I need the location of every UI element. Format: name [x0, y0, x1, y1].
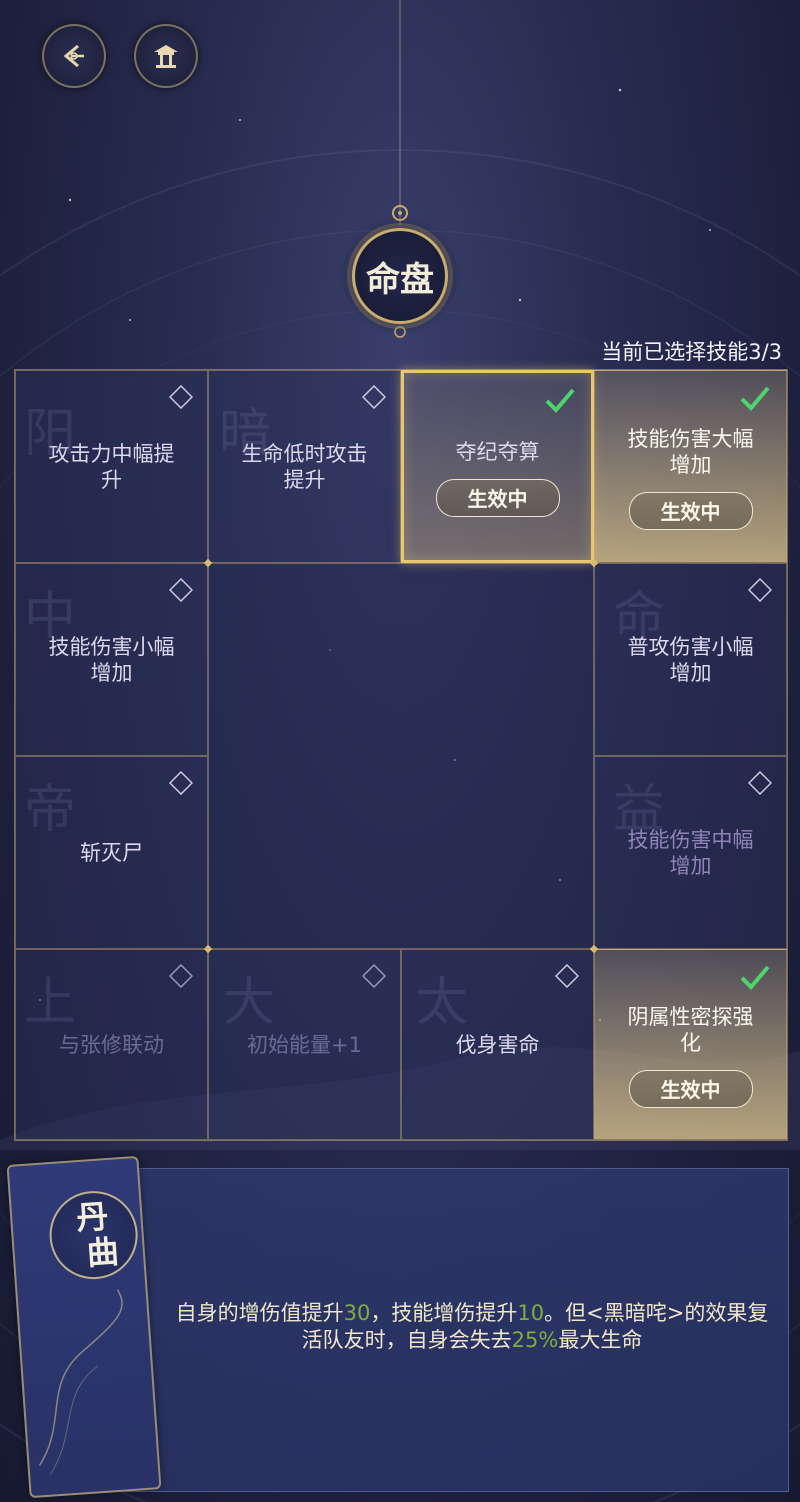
skill-description: 自身的增伤值提升30，技能增伤提升10。但<黑暗咤>的效果复活队友时，自身会失去…	[166, 1300, 778, 1354]
skill-cell-fashen-haiming[interactable]: 太 伐身害命	[401, 949, 594, 1140]
skill-cell-low-hp-attack[interactable]: 暗 生命低时攻击 提升	[208, 370, 401, 563]
unselected-diamond-icon	[362, 964, 386, 988]
skill-cell-duoji-duosuan[interactable]: 夺纪夺算 生效中	[401, 370, 594, 563]
star-name-char-2: 曲	[85, 1232, 121, 1273]
unselected-diamond-icon	[169, 964, 193, 988]
skill-cell-zhangxiu-link[interactable]: 上 与张修联动	[15, 949, 208, 1140]
skill-cell-yin-spy-boost[interactable]: 阴属性密探强 化 生效中	[594, 949, 787, 1140]
bg-glyph: 益	[613, 780, 666, 840]
home-button[interactable]	[134, 24, 198, 88]
bg-glyph: 阳	[24, 404, 77, 464]
skill-label: 与张修联动	[59, 1032, 164, 1057]
selected-skill-count: 当前已选择技能3/3	[601, 340, 782, 364]
desc-value-1: 30	[343, 1301, 371, 1325]
desc-value-2: 10	[517, 1301, 545, 1325]
unselected-diamond-icon	[362, 385, 386, 409]
skill-label: 伐身害命	[455, 1032, 540, 1057]
skill-label: 初始能量+1	[247, 1032, 362, 1057]
grid-center-panel	[208, 563, 594, 949]
bg-glyph: 暗	[219, 404, 272, 464]
skill-cell-skill-dmg-low[interactable]: 中 技能伤害小幅 增加	[15, 563, 208, 756]
skill-grid: 阳 攻击力中幅提 升 暗 生命低时攻击 提升 夺纪夺算 生效中 技能伤害大幅 增…	[14, 369, 788, 1141]
active-badge: 生效中	[435, 478, 560, 517]
active-badge: 生效中	[628, 1069, 753, 1108]
bg-glyph: 大	[223, 973, 276, 1033]
star-name-badge: 丹 曲	[46, 1188, 141, 1283]
skill-cell-initial-energy[interactable]: 大 初始能量+1	[208, 949, 401, 1140]
checkmark-icon	[740, 386, 770, 411]
scroll-wave-ornament	[38, 1289, 123, 1475]
skill-label: 夺纪夺算	[455, 439, 540, 464]
unselected-diamond-icon	[555, 964, 579, 988]
desc-value-3: 25%	[511, 1328, 559, 1352]
skill-cell-normal-atk-low[interactable]: 命 普攻伤害小幅 增加	[594, 563, 787, 756]
unselected-diamond-icon	[169, 578, 193, 602]
desc-text-2: ，技能增伤提升	[370, 1301, 518, 1325]
skill-label: 斩灭尸	[80, 840, 143, 865]
active-badge: 生效中	[628, 491, 753, 530]
desc-text-4: 最大生命	[558, 1328, 643, 1352]
unselected-diamond-icon	[169, 385, 193, 409]
emblem-title: 命盘	[366, 259, 434, 300]
bg-glyph: 帝	[24, 780, 77, 840]
star-name-char-1: 丹	[75, 1197, 110, 1238]
bg-glyph: 上	[24, 973, 77, 1033]
back-arrow-icon	[63, 44, 84, 68]
skill-cell-zhanmie-shi[interactable]: 帝 斩灭尸	[15, 756, 208, 949]
unselected-diamond-icon	[169, 771, 193, 795]
bg-glyph: 命	[613, 587, 666, 647]
star-scroll: 丹 曲	[6, 1155, 162, 1499]
skill-label: 技能伤害大幅 增加	[627, 426, 754, 477]
skill-label: 阴属性密探强 化	[627, 1004, 754, 1055]
destiny-chart-emblem: 命盘	[352, 228, 448, 324]
checkmark-icon	[740, 965, 770, 990]
pavilion-icon	[154, 45, 178, 68]
skill-cell-skill-dmg-high[interactable]: 技能伤害大幅 增加 生效中	[594, 370, 787, 563]
desc-text-1: 自身的增伤值提升	[175, 1301, 344, 1325]
back-button[interactable]	[42, 24, 106, 88]
skill-cell-attack-mid[interactable]: 阳 攻击力中幅提 升	[15, 370, 208, 563]
unselected-diamond-icon	[748, 578, 772, 602]
skill-cell-skill-dmg-mid[interactable]: 益 技能伤害中幅 增加	[594, 756, 787, 949]
skill-detail-panel: 丹 曲 自身的增伤值提升30，技能增伤提升10。但<黑暗咤>的效果复活队友时，自…	[6, 1155, 790, 1499]
unselected-diamond-icon	[748, 771, 772, 795]
bg-glyph: 太	[416, 973, 469, 1033]
checkmark-icon	[545, 388, 575, 413]
bg-glyph: 中	[24, 587, 77, 647]
